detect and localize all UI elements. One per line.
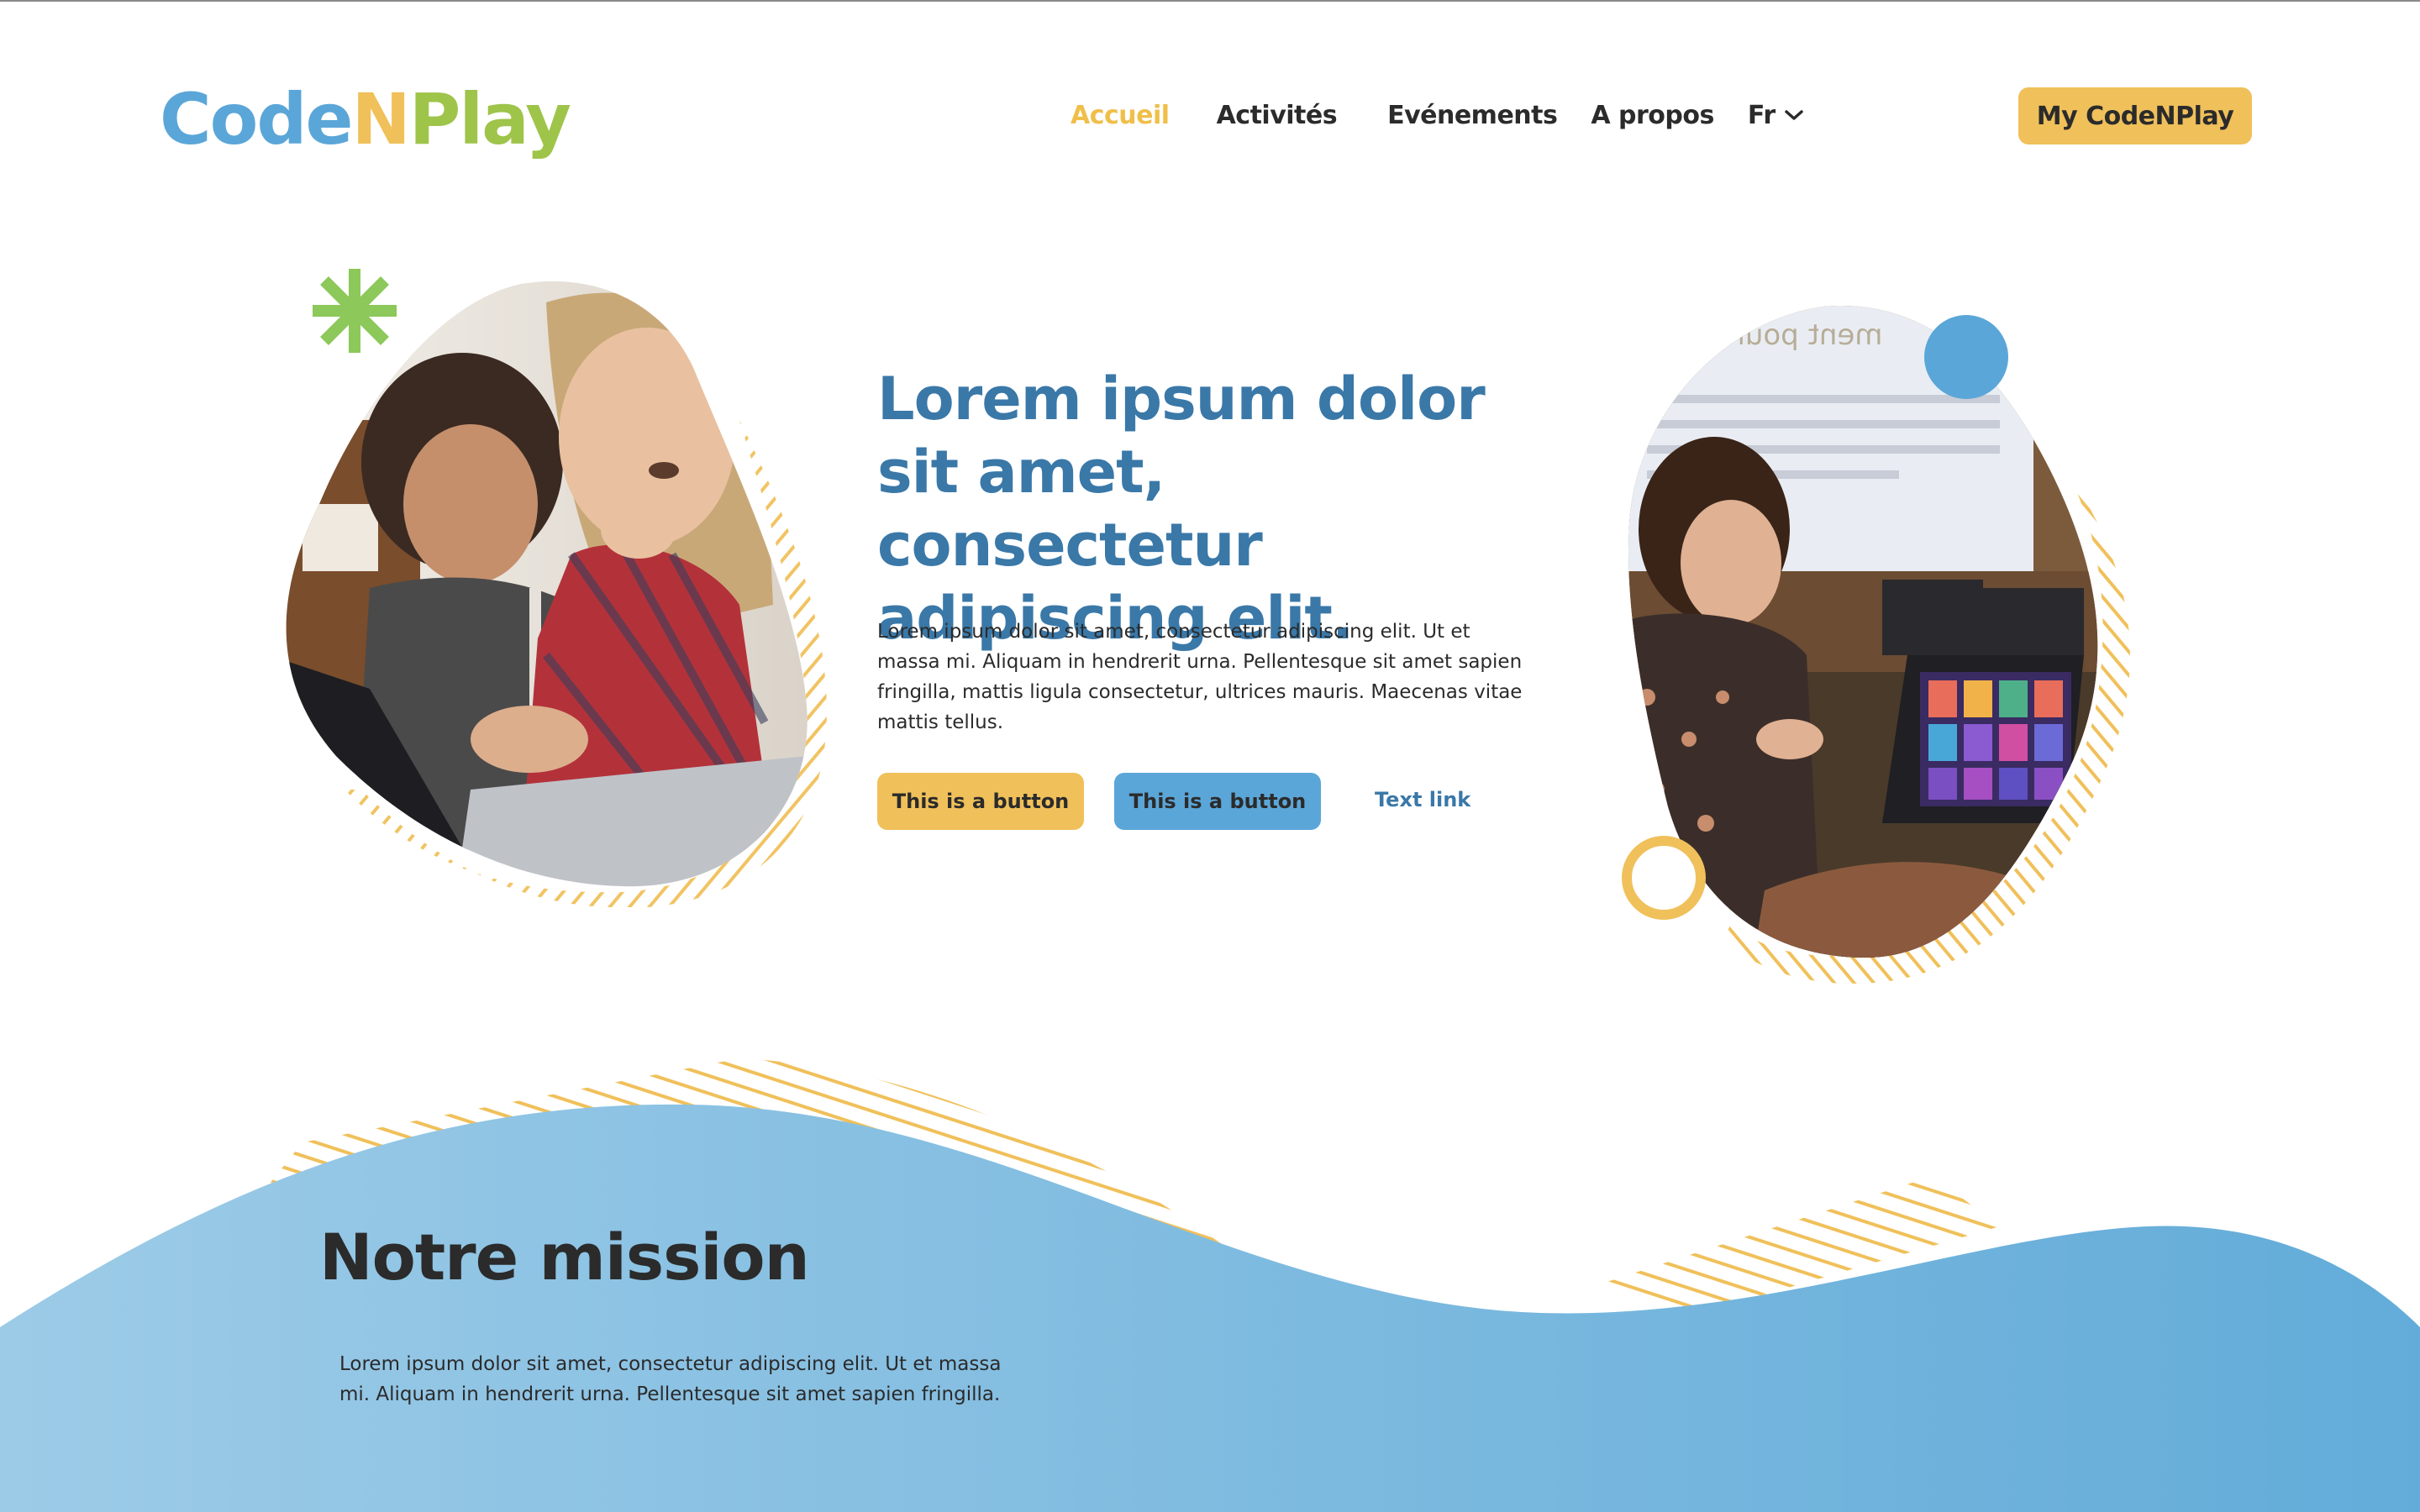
language-selector[interactable]: Fr [1748, 101, 1804, 130]
hero-photo-right: ment pourrions [1622, 306, 2130, 984]
chevron-down-icon [1785, 110, 1803, 120]
nav-item-activites[interactable]: Activités [1217, 101, 1338, 130]
mission-title: Notre mission [319, 1220, 810, 1294]
primary-button[interactable]: This is a button [877, 773, 1084, 830]
nav-item-evenements[interactable]: Evénements [1387, 101, 1558, 130]
top-border [0, 0, 2420, 2]
nav-item-accueil[interactable]: Accueil [1071, 101, 1170, 130]
logo-part-code: Code [160, 78, 353, 160]
mission-body: Lorem ipsum dolor sit amet, consectetur … [339, 1353, 1002, 1405]
hero-body: Lorem ipsum dolor sit amet, consectetur … [877, 621, 1523, 733]
language-label: Fr [1747, 100, 1776, 130]
blue-dot-decoration [1924, 315, 2008, 399]
hero-title: Lorem ipsum dolor sit amet, consectetur … [877, 365, 1486, 653]
logo-part-play: Play [408, 78, 571, 160]
hero-photo-left [286, 269, 827, 907]
codenplay-logo[interactable]: Code N Play [160, 77, 571, 161]
text-link[interactable]: Text link [1375, 788, 1470, 811]
nav-item-a-propos[interactable]: A propos [1591, 101, 1714, 130]
yellow-ring-decoration [1622, 836, 1706, 920]
projector-text: ment pourrions [1664, 318, 1883, 352]
logo-part-n: N [351, 78, 410, 160]
main-nav: Accueil Activités Evénements A propos Fr [1071, 94, 1804, 136]
secondary-button[interactable]: This is a button [1114, 773, 1321, 830]
asterisk-decoration [313, 269, 397, 353]
my-codenplay-button[interactable]: My CodeNPlay [2018, 87, 2252, 144]
